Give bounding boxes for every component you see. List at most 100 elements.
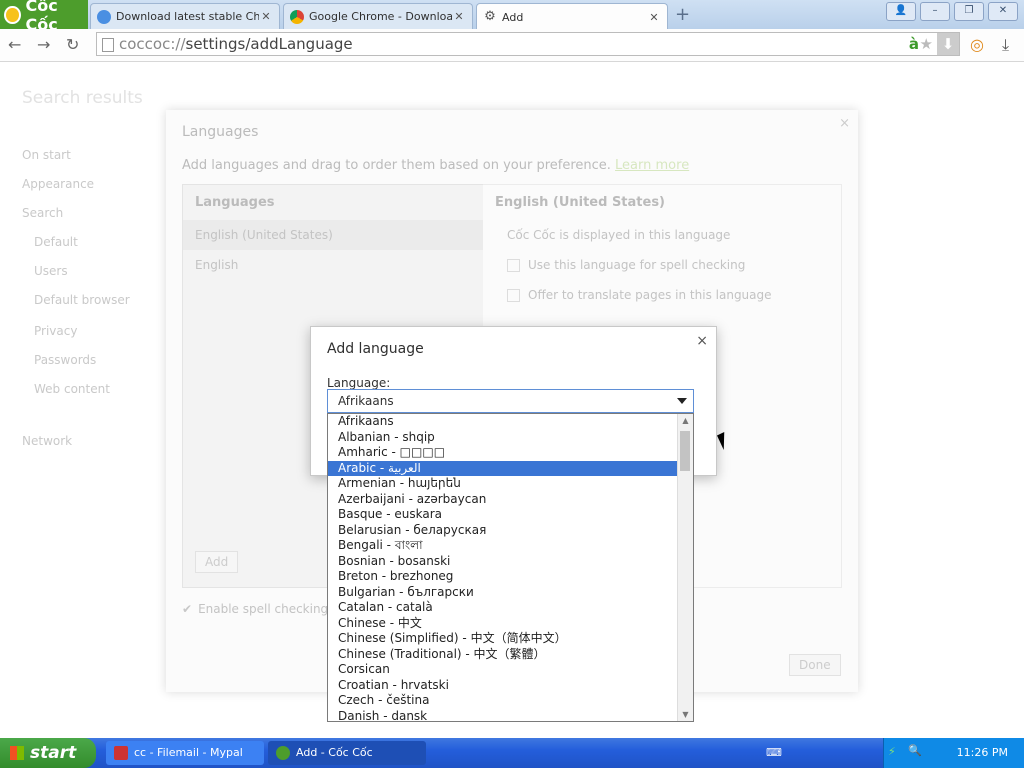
browser-toolbar: ← → ↻ coccoc://settings/addLanguage à ★ … — [0, 29, 1024, 62]
done-button[interactable]: Done — [789, 654, 841, 676]
overlay-title: Languages — [182, 124, 259, 140]
language-list-item[interactable]: English — [183, 250, 484, 280]
language-option[interactable]: Bengali - বাংলা — [328, 538, 693, 554]
close-icon[interactable]: ✕ — [452, 10, 466, 23]
language-option[interactable]: Croatian - hrvatski — [328, 678, 693, 694]
language-list-header: Languages — [195, 195, 275, 210]
language-option[interactable]: Catalan - català — [328, 600, 693, 616]
translate-icon[interactable]: à — [909, 33, 919, 55]
sidebar-item[interactable]: Search — [22, 206, 63, 220]
language-option[interactable]: Basque - euskara — [328, 507, 693, 523]
language-option[interactable]: Albanian - shqip — [328, 430, 693, 446]
sidebar-item[interactable]: Network — [22, 434, 72, 448]
close-icon[interactable]: ✕ — [647, 11, 661, 24]
translate-option[interactable]: Offer to translate pages in this languag… — [483, 280, 841, 310]
checkmark-icon[interactable]: ✔ — [182, 602, 192, 616]
chrome-blue-icon — [97, 9, 111, 24]
language-option[interactable]: Breton - brezhoneg — [328, 569, 693, 585]
description-text: Add languages and drag to order them bas… — [182, 158, 611, 173]
forward-arrow-icon[interactable]: → — [37, 35, 50, 54]
language-option[interactable]: Armenian - հայերեն — [328, 476, 693, 492]
language-option[interactable]: Chinese (Simplified) - 中文（简体中文） — [328, 631, 693, 647]
tab-add[interactable]: ⚙ Add ✕ — [476, 3, 668, 30]
reload-icon[interactable]: ↻ — [66, 35, 79, 54]
star-icon[interactable]: ★ — [920, 33, 933, 55]
taskbar: start cc - Filemail - Mypal Add - Cốc Cố… — [0, 738, 1024, 768]
spell-check-option[interactable]: Use this language for spell checking — [483, 250, 841, 280]
profile-icon[interactable]: 👤 — [886, 2, 916, 21]
sidebar-item[interactable]: Default — [34, 235, 78, 249]
language-option[interactable]: Czech - čeština — [328, 693, 693, 709]
checkbox[interactable] — [507, 289, 520, 302]
network-icon[interactable]: ⚡ — [888, 745, 896, 758]
task-coccoc[interactable]: Add - Cốc Cốc — [268, 741, 426, 765]
coccoc-extension-icon[interactable]: ◎ — [970, 35, 984, 54]
overlay-close-icon[interactable]: × — [839, 116, 850, 131]
sidebar-item[interactable]: Privacy — [34, 324, 77, 338]
overlay-description: Add languages and drag to order them bas… — [182, 158, 689, 173]
window-controls: 👤 – ❐ ✕ — [886, 2, 1018, 21]
dropdown-scrollbar[interactable]: ▲ ▼ — [677, 414, 693, 721]
back-arrow-icon[interactable]: ← — [8, 35, 21, 54]
sidebar-item[interactable]: Web content — [34, 382, 110, 396]
learn-more-link[interactable]: Learn more — [615, 158, 689, 173]
scrollbar-thumb[interactable] — [680, 431, 690, 471]
sidebar-item[interactable]: Default browser — [34, 293, 130, 307]
language-option[interactable]: Afrikaans — [328, 414, 693, 430]
language-option[interactable]: Corsican — [328, 662, 693, 678]
dialog-title: Add language — [327, 341, 424, 357]
language-option[interactable]: Chinese - 中文 — [328, 616, 693, 632]
restore-button[interactable]: ❐ — [954, 2, 984, 21]
close-icon[interactable]: × — [696, 333, 708, 349]
tab-google-chrome[interactable]: Google Chrome - Download th ✕ — [283, 3, 473, 29]
task-mypal[interactable]: cc - Filemail - Mypal — [106, 741, 264, 765]
language-dropdown[interactable]: Afrikaans Albanian - shqip Amharic - □□□□ A… — [327, 413, 694, 722]
sidebar-item[interactable]: Users — [34, 264, 68, 278]
chevron-down-icon[interactable] — [677, 398, 687, 404]
enable-spell-checking[interactable]: ✔ Enable spell checking — [182, 602, 328, 616]
tab-title: Add — [502, 10, 524, 24]
sidebar-item[interactable]: Passwords — [34, 353, 96, 367]
option-label: Offer to translate pages in this languag… — [528, 288, 772, 302]
sidebar-item[interactable]: On start — [22, 148, 71, 162]
selected-language: Afrikaans — [338, 394, 394, 408]
downloads-icon[interactable]: ⤓ — [1002, 35, 1009, 55]
url-path: settings/addLanguage — [185, 35, 353, 53]
search-icon[interactable]: 🔍 — [908, 744, 922, 757]
tab-title: Google Chrome - Download th — [309, 10, 452, 23]
page-heading: Search results — [22, 88, 143, 108]
mypal-icon — [114, 746, 128, 760]
spell-checking-label: Enable spell checking — [198, 602, 329, 616]
scroll-down-icon[interactable]: ▼ — [678, 710, 693, 719]
language-option[interactable]: Danish - dansk — [328, 709, 693, 722]
tab-download-latest[interactable]: Download latest stable Chron ✕ — [90, 3, 280, 29]
language-list-item[interactable]: English (United States) — [183, 220, 484, 250]
tab-title: Download latest stable Chron — [116, 10, 259, 23]
scroll-up-icon[interactable]: ▲ — [678, 416, 693, 425]
language-option[interactable]: Amharic - □□□□ — [328, 445, 693, 461]
minimize-button[interactable]: – — [920, 2, 950, 21]
keyboard-icon[interactable]: ⌨ — [766, 746, 782, 759]
language-option[interactable]: Arabic - العربية — [328, 460, 693, 476]
language-option[interactable]: Chinese (Traditional) - 中文（繁體） — [328, 647, 693, 663]
close-icon[interactable]: ✕ — [259, 10, 273, 23]
gear-icon: ⚙ — [484, 9, 496, 24]
download-page-icon[interactable]: ⬇ — [937, 33, 959, 55]
sidebar-item[interactable]: Appearance — [22, 177, 94, 191]
task-label: Add - Cốc Cốc — [296, 746, 373, 759]
coccoc-logo[interactable]: Cốc Cốc — [0, 0, 88, 34]
chrome-icon — [290, 9, 304, 24]
system-tray: ⌨ ⚡ 🔍 11:26 PM — [766, 738, 1024, 768]
start-button[interactable]: start — [0, 738, 96, 768]
language-option[interactable]: Bulgarian - български — [328, 585, 693, 601]
language-select[interactable]: Afrikaans — [327, 389, 694, 413]
language-option[interactable]: Bosnian - bosanski — [328, 554, 693, 570]
add-language-button[interactable]: Add — [195, 551, 239, 573]
new-tab-button[interactable]: + — [675, 4, 690, 25]
address-bar[interactable]: coccoc://settings/addLanguage à ★ ⬇ — [96, 32, 960, 56]
checkbox[interactable] — [507, 259, 520, 272]
language-detail-header: English (United States) — [495, 195, 666, 210]
language-option[interactable]: Belarusian - беларуская — [328, 523, 693, 539]
close-window-button[interactable]: ✕ — [988, 2, 1018, 21]
language-option[interactable]: Azerbaijani - azərbaycan — [328, 492, 693, 508]
